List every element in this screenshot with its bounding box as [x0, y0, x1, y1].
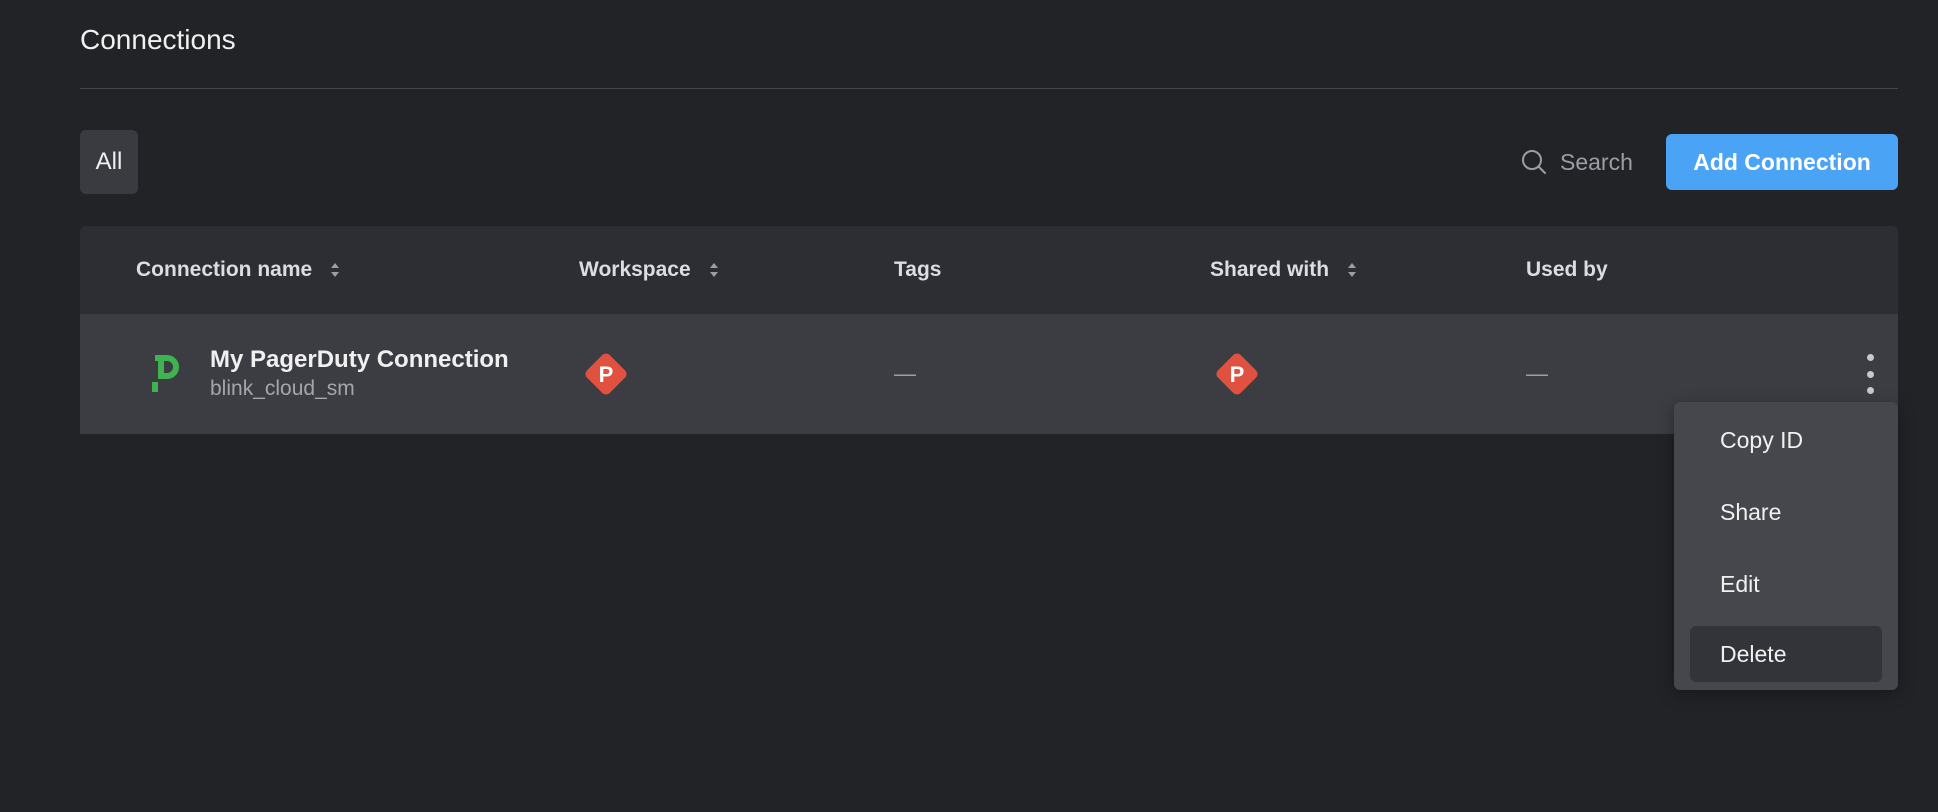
tags-cell: —	[894, 314, 916, 434]
used-by-cell: —	[1526, 314, 1548, 434]
table-row[interactable]: My PagerDuty Connection blink_cloud_sm P…	[80, 314, 1898, 434]
pagerduty-logo-icon	[146, 354, 186, 394]
connection-name[interactable]: My PagerDuty Connection	[210, 345, 509, 375]
header-divider	[80, 88, 1898, 89]
used-by-empty: —	[1526, 361, 1548, 386]
column-header-workspace[interactable]: Workspace	[579, 226, 719, 314]
shared-with-cell: P	[1210, 314, 1264, 434]
menu-item-share[interactable]: Share	[1690, 484, 1882, 540]
search-placeholder[interactable]: Search	[1560, 149, 1633, 176]
workspace-badge-letter: P	[599, 362, 614, 387]
workspace-badge: P	[579, 347, 633, 401]
menu-item-edit[interactable]: Edit	[1690, 556, 1882, 612]
column-header-shared-with[interactable]: Shared with	[1210, 226, 1357, 314]
menu-item-delete[interactable]: Delete	[1690, 626, 1882, 682]
sort-icon[interactable]	[1347, 261, 1357, 279]
tags-empty: —	[894, 361, 916, 386]
sort-icon[interactable]	[330, 261, 340, 279]
column-header-used-by: Used by	[1526, 258, 1608, 281]
page-title: Connections	[80, 24, 236, 55]
column-header-connection-name[interactable]: Connection name	[136, 226, 340, 314]
row-context-menu: Copy ID Share Edit Delete	[1674, 402, 1898, 690]
filter-all-tab[interactable]: All	[80, 130, 138, 194]
connections-table: Connection name Workspace Tags Shared wi…	[80, 226, 1898, 434]
sort-icon[interactable]	[709, 261, 719, 279]
workspace-cell: P	[579, 314, 633, 434]
shared-with-badge: P	[1210, 347, 1264, 401]
shared-with-badge-letter: P	[1230, 362, 1245, 387]
more-options-icon[interactable]	[1858, 354, 1882, 394]
connection-name-cell[interactable]: My PagerDuty Connection blink_cloud_sm	[146, 314, 509, 434]
add-connection-button[interactable]: Add Connection	[1666, 134, 1898, 190]
search-box[interactable]: Search	[1520, 140, 1633, 184]
connection-subtitle: blink_cloud_sm	[210, 377, 355, 400]
menu-item-copy-id[interactable]: Copy ID	[1690, 412, 1882, 468]
search-icon	[1520, 148, 1548, 176]
column-header-tags: Tags	[894, 258, 942, 281]
table-header: Connection name Workspace Tags Shared wi…	[80, 226, 1898, 314]
